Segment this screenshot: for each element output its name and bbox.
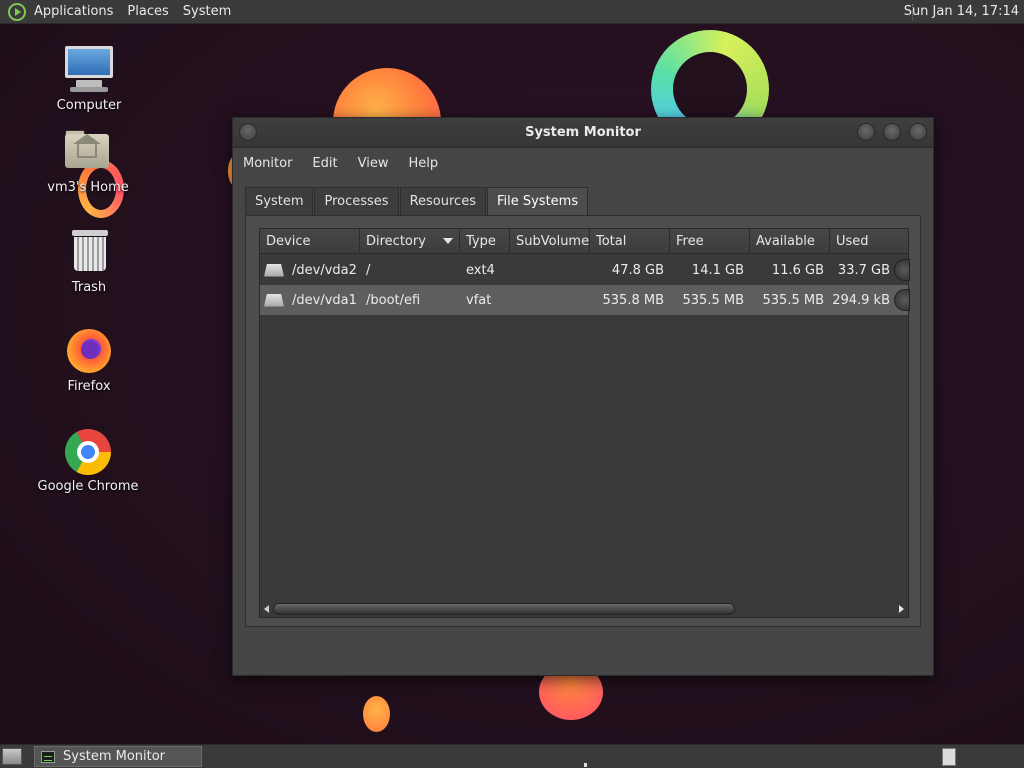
show-desktop-icon[interactable]: [2, 748, 22, 765]
desktop-icon-label: Computer: [56, 98, 122, 113]
column-available[interactable]: Available: [750, 229, 830, 254]
cell-total: 47.8 GB: [611, 262, 664, 278]
cell-device: /dev/vda1: [260, 293, 360, 308]
desktop-icon-computer[interactable]: Computer: [29, 46, 149, 113]
menubar: Monitor Edit View Help: [233, 149, 933, 177]
cell-directory: /boot/efi: [366, 292, 421, 308]
tab-resources[interactable]: Resources: [399, 187, 486, 215]
menu-monitor[interactable]: Monitor: [243, 156, 292, 171]
desktop-icon-label: Trash: [71, 280, 107, 295]
wallpaper-shape-small: [363, 696, 390, 732]
tab-system[interactable]: System: [245, 187, 314, 215]
column-subvolume[interactable]: SubVolume: [510, 229, 590, 254]
firefox-icon: [64, 327, 114, 375]
places-menu[interactable]: Places: [127, 4, 168, 19]
column-used[interactable]: Used: [830, 229, 908, 254]
minimize-button[interactable]: [857, 123, 875, 141]
cell-used: 294.9 kB: [832, 292, 890, 308]
notebook: System Processes Resources File Systems …: [245, 187, 921, 627]
close-button[interactable]: [909, 123, 927, 141]
menu-edit[interactable]: Edit: [312, 156, 337, 171]
cell-type: vfat: [466, 292, 492, 308]
tab-file-systems[interactable]: File Systems: [486, 187, 589, 216]
window-title: System Monitor: [525, 125, 641, 140]
maximize-button[interactable]: [883, 123, 901, 141]
column-label: Directory: [366, 234, 426, 249]
workspace-switcher[interactable]: [942, 748, 956, 766]
taskbar-label: System Monitor: [63, 749, 166, 764]
bottom-panel: System Monitor: [0, 744, 1024, 768]
column-total[interactable]: Total: [590, 229, 670, 254]
table-row[interactable]: /dev/vda2 / ext4 47.8 GB 14.1 GB 11.6 GB…: [260, 255, 910, 285]
scrollbar-thumb[interactable]: [273, 603, 735, 615]
usage-bar: [894, 259, 910, 281]
file-systems-table: Device Directory Type SubVolume Total Fr…: [259, 228, 910, 618]
clock[interactable]: Sun Jan 14, 17:14: [904, 4, 1019, 19]
scroll-right-icon[interactable]: [899, 605, 904, 613]
column-free[interactable]: Free: [670, 229, 750, 254]
cell-available: 535.5 MB: [762, 292, 824, 308]
cell-total: 535.8 MB: [602, 292, 664, 308]
cell-device: /dev/vda2: [260, 263, 360, 278]
usage-bar: [894, 289, 910, 311]
menu-view[interactable]: View: [358, 156, 389, 171]
desktop-icon-label: Firefox: [67, 379, 111, 394]
system-menu[interactable]: System: [183, 4, 231, 19]
trash-icon: [64, 228, 114, 276]
column-device[interactable]: Device: [260, 229, 360, 254]
device-name: /dev/vda1: [292, 292, 357, 308]
desktop-icon-home[interactable]: vm3's Home: [28, 128, 148, 195]
menu-help[interactable]: Help: [408, 156, 438, 171]
scroll-left-icon[interactable]: [264, 605, 269, 613]
tab-bar: System Processes Resources File Systems: [245, 187, 589, 216]
table-row-selected[interactable]: /dev/vda1 /boot/efi vfat 535.8 MB 535.5 …: [260, 285, 910, 315]
cell-free: 535.5 MB: [682, 292, 744, 308]
cell-directory: /: [366, 262, 371, 278]
cell-free: 14.1 GB: [691, 262, 744, 278]
column-type[interactable]: Type: [460, 229, 510, 254]
sort-descending-icon: [443, 238, 453, 244]
taskbar-button-system-monitor[interactable]: System Monitor: [34, 746, 202, 767]
window-titlebar[interactable]: System Monitor: [233, 118, 933, 148]
desktop-icon-chrome[interactable]: Google Chrome: [28, 427, 148, 494]
desktop-icon-trash[interactable]: Trash: [29, 228, 149, 295]
cell-type: ext4: [466, 262, 495, 278]
home-folder-icon: [63, 128, 113, 176]
distro-logo-icon[interactable]: [8, 2, 26, 21]
desktop-icon-label: Google Chrome: [37, 479, 139, 494]
top-panel: Applications Places System Sun Jan 14, 1…: [0, 0, 1024, 24]
cell-available: 11.6 GB: [771, 262, 824, 278]
system-monitor-icon: [41, 750, 55, 763]
tab-processes[interactable]: Processes: [314, 187, 399, 215]
drive-icon: [264, 293, 284, 307]
mouse-cursor: [584, 763, 587, 767]
computer-icon: [64, 46, 114, 94]
column-directory[interactable]: Directory: [360, 229, 460, 254]
cell-used: 33.7 GB: [837, 262, 890, 278]
table-header: Device Directory Type SubVolume Total Fr…: [260, 229, 908, 254]
desktop-icon-firefox[interactable]: Firefox: [29, 327, 149, 394]
horizontal-scrollbar[interactable]: [260, 602, 908, 616]
drive-icon: [264, 263, 284, 277]
chrome-icon: [63, 427, 113, 475]
system-monitor-window: System Monitor Monitor Edit View Help Sy…: [232, 117, 934, 676]
applications-menu[interactable]: Applications: [34, 4, 113, 19]
file-systems-page: Device Directory Type SubVolume Total Fr…: [245, 215, 921, 627]
desktop-icon-label: vm3's Home: [47, 180, 129, 195]
device-name: /dev/vda2: [292, 262, 357, 278]
